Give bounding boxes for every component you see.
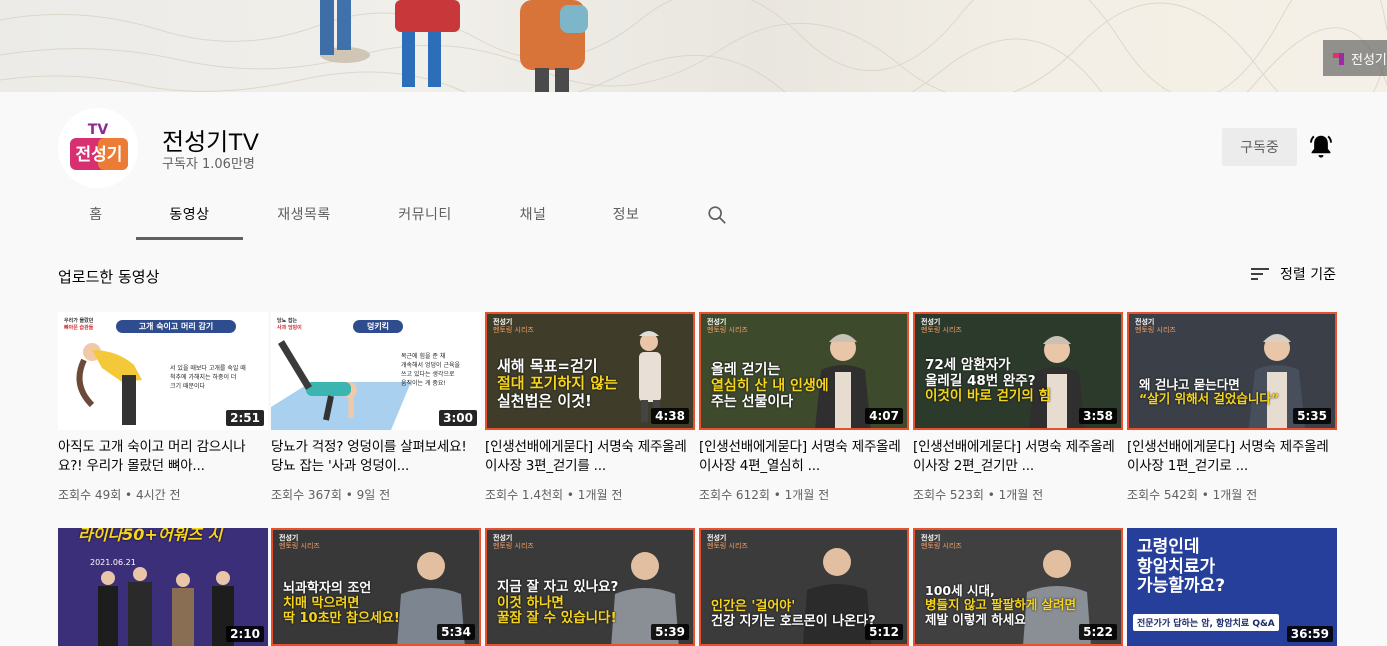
video-thumbnail[interactable]: 전성기 멘토링 시리즈 지금 잘 자고 있나요? 이것 하나면 꿀잠 잘 수 있습… bbox=[485, 528, 695, 646]
video-duration: 5:12 bbox=[865, 624, 903, 640]
brand-logo-icon bbox=[1333, 51, 1347, 65]
tab-about[interactable]: 정보 bbox=[596, 192, 656, 240]
channel-name: 전성기TV bbox=[162, 129, 259, 156]
channel-avatar[interactable]: 전성기 TV bbox=[58, 108, 138, 188]
video-thumbnail[interactable]: 라이나50+어워즈 시 2021.06.21 2:10 bbox=[58, 528, 268, 646]
video-meta: 조회수 612회 • 1개월 전 bbox=[699, 488, 830, 502]
sort-button[interactable]: 정렬 기준 bbox=[1250, 264, 1336, 284]
tab-community[interactable]: 커뮤니티 bbox=[378, 192, 472, 240]
thumb-title: 올레 걷기는 열심히 산 내 인생에 주는 선물이다 bbox=[711, 362, 829, 411]
video-title[interactable]: [인생선배에게묻다] 서명숙 제주올레 이사장 3편_걷기를 ... bbox=[485, 438, 695, 476]
video-thumbnail[interactable]: 고개 숙이고 머리 감기 우리가 몰랐던 뼈아픈 습관들 서 있을 때보다 고개를… bbox=[58, 312, 268, 430]
banner-badge: 전성기 bbox=[1323, 40, 1387, 76]
video-duration: 4:38 bbox=[651, 408, 689, 424]
video-card[interactable]: 전성기 멘토링 시리즈 왜 걷냐고 묻는다면 “살기 위해서 걸었습니다” 5:3… bbox=[1127, 312, 1337, 503]
thumb-title: 고령인데 항암치료가 가능할까요? bbox=[1137, 537, 1226, 597]
video-card[interactable]: 전성기 멘토링 시리즈 뇌과학자의 조언 치매 막으려면 딱 10초만 참으세요!… bbox=[271, 528, 481, 646]
thumb-subtitle: 전문가가 답하는 암, 항암치료 Q&A bbox=[1133, 614, 1279, 631]
thumb-caption: 서 있을 때보다 고개를 숙일 때 척추에 가해지는 하중이 더 크기 때문이다 bbox=[170, 365, 246, 390]
series-tag: 전성기 멘토링 시리즈 bbox=[1135, 318, 1176, 335]
thumb-illustration bbox=[76, 343, 142, 425]
channel-logo: 전성기 TV bbox=[58, 108, 138, 188]
channel-banner: 전성기 bbox=[0, 0, 1387, 92]
thumb-title: 라이나50+어워즈 시 bbox=[78, 528, 223, 544]
series-tag: 전성기 멘토링 시리즈 bbox=[279, 534, 320, 551]
notification-bell-icon[interactable] bbox=[1306, 132, 1336, 162]
series-tag: 전성기 멘토링 시리즈 bbox=[707, 534, 748, 551]
video-duration: 2:10 bbox=[226, 626, 264, 642]
video-duration: 36:59 bbox=[1286, 626, 1333, 642]
series-tag: 전성기 멘토링 시리즈 bbox=[921, 534, 962, 551]
tab-home[interactable]: 홈 bbox=[58, 192, 134, 240]
video-thumbnail[interactable]: 전성기 멘토링 시리즈 인간은 '걸어야' 건강 지키는 호르몬이 나온다? 5:… bbox=[699, 528, 909, 646]
video-thumbnail[interactable]: 전성기 멘토링 시리즈 새해 목표=걷기 절대 포기하지 않는 실천법은 이것! … bbox=[485, 312, 695, 430]
video-duration: 5:22 bbox=[1079, 624, 1117, 640]
channel-header: 전성기 TV 전성기TV 구독자 1.06만명 구독중 홈 동영상 재생목록 커… bbox=[0, 92, 1387, 240]
thumb-title: 인간은 '걸어야' 건강 지키는 호르몬이 나온다? bbox=[711, 599, 876, 629]
video-thumbnail[interactable]: 덩키킥 당뇨 잡는 사과 엉덩이 복근에 힘을 준 채 개속해서 엉덩이 근육을 … bbox=[271, 312, 481, 430]
video-duration: 3:00 bbox=[439, 410, 477, 426]
search-icon[interactable] bbox=[706, 204, 730, 228]
video-duration: 5:34 bbox=[437, 624, 475, 640]
thumb-title: 100세 시대, 병들지 않고 팔팔하게 살려면 제발 이렇게 하세요 bbox=[925, 583, 1077, 627]
video-title[interactable]: 당뇨가 걱정? 엉덩이를 살펴보세요! 당뇨 잡는 '사과 엉덩이... bbox=[271, 438, 481, 476]
section-title: 업로드한 동영상 bbox=[58, 268, 160, 286]
video-card[interactable]: 전성기 멘토링 시리즈 100세 시대, 병들지 않고 팔팔하게 살려면 제발 이… bbox=[913, 528, 1123, 646]
series-tag: 전성기 멘토링 시리즈 bbox=[921, 318, 962, 335]
video-thumbnail[interactable]: 고령인데 항암치료가 가능할까요? 전문가가 답하는 암, 항암치료 Q&A 3… bbox=[1127, 528, 1337, 646]
thumb-caption: 복근에 힘을 준 채 개속해서 엉덩이 근육을 쓰고 있다는 생각으로 움직이는… bbox=[401, 353, 461, 387]
video-title[interactable]: [인생선배에게묻다] 서명숙 제주올레 이사장 4편_열심히 ... bbox=[699, 438, 909, 476]
video-meta: 조회수 49회 • 4시간 전 bbox=[58, 488, 181, 502]
video-meta: 조회수 1.4천회 • 1개월 전 bbox=[485, 488, 623, 502]
video-card[interactable]: 전성기 멘토링 시리즈 인간은 '걸어야' 건강 지키는 호르몬이 나온다? 5:… bbox=[699, 528, 909, 646]
svg-text:TV: TV bbox=[88, 122, 109, 138]
video-title[interactable]: 아직도 고개 숙이고 머리 감으시나요?! 우리가 몰랐던 뼈아... bbox=[58, 438, 268, 476]
subscribed-button[interactable]: 구독중 bbox=[1222, 128, 1297, 166]
video-thumbnail[interactable]: 전성기 멘토링 시리즈 뇌과학자의 조언 치매 막으려면 딱 10초만 참으세요!… bbox=[271, 528, 481, 646]
series-tag: 전성기 멘토링 시리즈 bbox=[707, 318, 748, 335]
video-thumbnail[interactable]: 전성기 멘토링 시리즈 올레 걷기는 열심히 산 내 인생에 주는 선물이다 4:… bbox=[699, 312, 909, 430]
video-duration: 4:07 bbox=[865, 408, 903, 424]
video-meta: 조회수 367회 • 9일 전 bbox=[271, 488, 391, 502]
video-thumbnail[interactable]: 전성기 멘토링 시리즈 72세 암환자가 올레길 48번 완주? 이것이 바로 걷… bbox=[913, 312, 1123, 430]
thumb-title: 뇌과학자의 조언 치매 막으려면 딱 10초만 참으세요! bbox=[283, 581, 400, 626]
series-tag: 전성기 멘토링 시리즈 bbox=[493, 318, 534, 335]
subscriber-count: 구독자 1.06만명 bbox=[162, 157, 255, 172]
video-card[interactable]: 전성기 멘토링 시리즈 72세 암환자가 올레길 48번 완주? 이것이 바로 걷… bbox=[913, 312, 1123, 503]
video-meta: 조회수 523회 • 1개월 전 bbox=[913, 488, 1044, 502]
video-duration: 2:51 bbox=[226, 410, 264, 426]
tab-channels[interactable]: 채널 bbox=[503, 192, 563, 240]
tab-videos[interactable]: 동영상 bbox=[136, 192, 243, 240]
sort-icon bbox=[1251, 268, 1269, 280]
video-thumbnail[interactable]: 전성기 멘토링 시리즈 왜 걷냐고 묻는다면 “살기 위해서 걸었습니다” 5:3… bbox=[1127, 312, 1337, 430]
video-duration: 5:35 bbox=[1293, 408, 1331, 424]
thumb-title: 왜 걷냐고 묻는다면 “살기 위해서 걸었습니다” bbox=[1139, 377, 1280, 407]
series-tag: 전성기 멘토링 시리즈 bbox=[493, 534, 534, 551]
video-card[interactable]: 라이나50+어워즈 시 2021.06.21 2:10 bbox=[58, 528, 268, 646]
thumb-title: 새해 목표=걷기 절대 포기하지 않는 실천법은 이것! bbox=[497, 357, 618, 410]
video-thumbnail[interactable]: 전성기 멘토링 시리즈 100세 시대, 병들지 않고 팔팔하게 살려면 제발 이… bbox=[913, 528, 1123, 646]
svg-text:전성기: 전성기 bbox=[76, 145, 123, 165]
videos-section: 업로드한 동영상 정렬 기준 고개 숙이고 머리 감기 우리가 몰랐던 뼈아픈 습… bbox=[0, 240, 1387, 646]
thumb-title: 지금 잘 자고 있나요? 이것 하나면 꿀잠 잘 수 있습니다! bbox=[497, 579, 619, 627]
video-card[interactable]: 고령인데 항암치료가 가능할까요? 전문가가 답하는 암, 항암치료 Q&A 3… bbox=[1127, 528, 1337, 646]
video-duration: 5:39 bbox=[651, 624, 689, 640]
thumb-title: 72세 암환자가 올레길 48번 완주? 이것이 바로 걷기의 힘 bbox=[925, 357, 1051, 405]
tab-playlists[interactable]: 재생목록 bbox=[258, 192, 350, 240]
video-card[interactable]: 전성기 멘토링 시리즈 새해 목표=걷기 절대 포기하지 않는 실천법은 이것! … bbox=[485, 312, 695, 503]
banner-art bbox=[0, 0, 1387, 92]
video-card[interactable]: 전성기 멘토링 시리즈 올레 걷기는 열심히 산 내 인생에 주는 선물이다 4:… bbox=[699, 312, 909, 503]
video-card[interactable]: 전성기 멘토링 시리즈 지금 잘 자고 있나요? 이것 하나면 꿀잠 잘 수 있습… bbox=[485, 528, 695, 646]
video-duration: 3:58 bbox=[1079, 408, 1117, 424]
video-card[interactable]: 덩키킥 당뇨 잡는 사과 엉덩이 복근에 힘을 준 채 개속해서 엉덩이 근육을 … bbox=[271, 312, 481, 503]
video-title[interactable]: [인생선배에게묻다] 서명숙 제주올레 이사장 2편_걷기만 ... bbox=[913, 438, 1123, 476]
video-title[interactable]: [인생선배에게묻다] 서명숙 제주올레 이사장 1편_걷기로 ... bbox=[1127, 438, 1337, 476]
video-meta: 조회수 542회 • 1개월 전 bbox=[1127, 488, 1258, 502]
video-card[interactable]: 고개 숙이고 머리 감기 우리가 몰랐던 뼈아픈 습관들 서 있을 때보다 고개를… bbox=[58, 312, 268, 503]
